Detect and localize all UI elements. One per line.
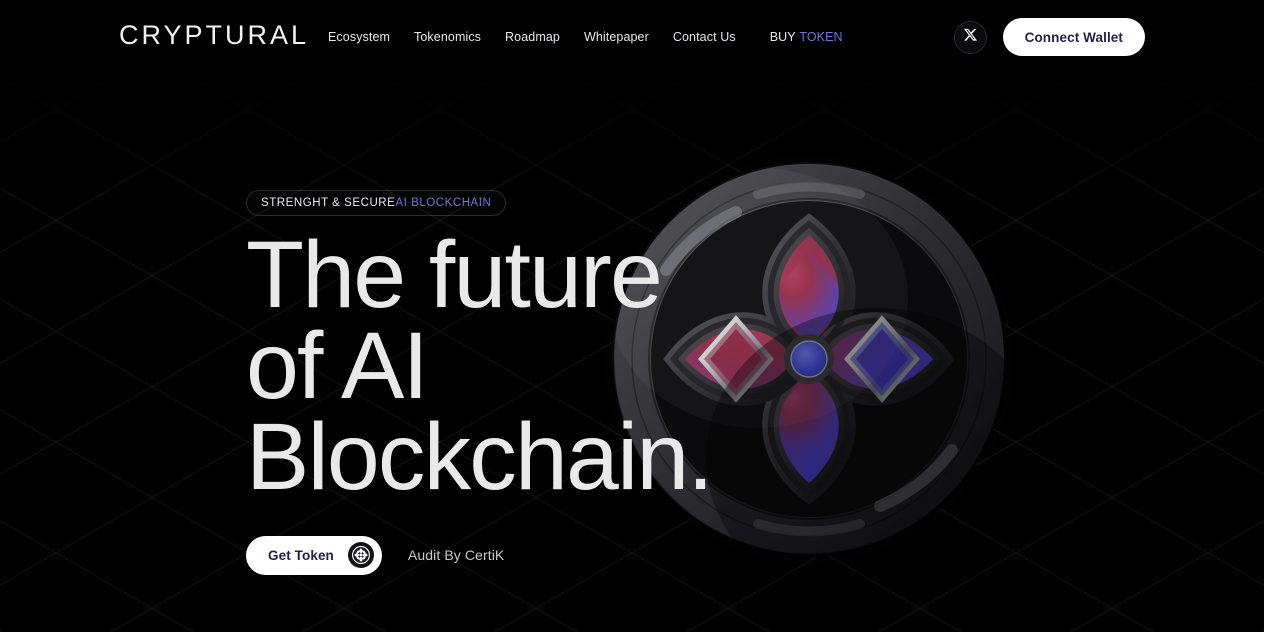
- hero-cta-row: Get Token Audit By CertiK: [246, 535, 712, 575]
- nav-item-whitepaper[interactable]: Whitepaper: [584, 30, 649, 44]
- nav-item-tokenomics[interactable]: Tokenomics: [414, 30, 481, 44]
- buy-token-accent: TOKEN: [799, 30, 843, 44]
- hero-eyebrow-accent: AI BLOCKCHAIN: [395, 197, 492, 209]
- get-token-label: Get Token: [268, 547, 334, 563]
- audit-by-certik-text: Audit By CertiK: [407, 547, 505, 564]
- nav-item-buy-token[interactable]: BUY TOKEN: [770, 30, 843, 44]
- site-header: CRYPTURAL Ecosystem Tokenomics Roadmap W…: [0, 0, 1264, 75]
- x-social-button[interactable]: [953, 20, 987, 54]
- nav-item-contact-us[interactable]: Contact Us: [673, 30, 736, 44]
- hero-headline: The future of AI Blockchain.: [246, 222, 714, 511]
- hero-eyebrow-plain: STRENGHT & SECURE: [261, 197, 396, 209]
- hero-headline-line-3: Blockchain.: [246, 404, 714, 511]
- buy-token-plain: BUY: [769, 30, 796, 44]
- get-token-button[interactable]: Get Token: [246, 535, 382, 575]
- nav-item-ecosystem[interactable]: Ecosystem: [328, 30, 390, 44]
- flower-wheel-icon: [347, 542, 374, 569]
- connect-wallet-button[interactable]: Connect Wallet: [1002, 18, 1145, 56]
- hero-content: STRENGHT & SECURE AI BLOCKCHAIN The futu…: [246, 190, 714, 575]
- brand-logo[interactable]: CRYPTURAL: [119, 22, 309, 49]
- hero-headline-line-2: of AI: [246, 313, 429, 420]
- header-actions: Connect Wallet: [953, 18, 1145, 56]
- hero-headline-line-1: The future: [246, 222, 663, 328]
- x-twitter-icon: [963, 28, 977, 46]
- nav-item-roadmap[interactable]: Roadmap: [505, 30, 560, 44]
- main-nav: Ecosystem Tokenomics Roadmap Whitepaper …: [328, 30, 843, 44]
- hero-eyebrow-badge: STRENGHT & SECURE AI BLOCKCHAIN: [246, 190, 507, 216]
